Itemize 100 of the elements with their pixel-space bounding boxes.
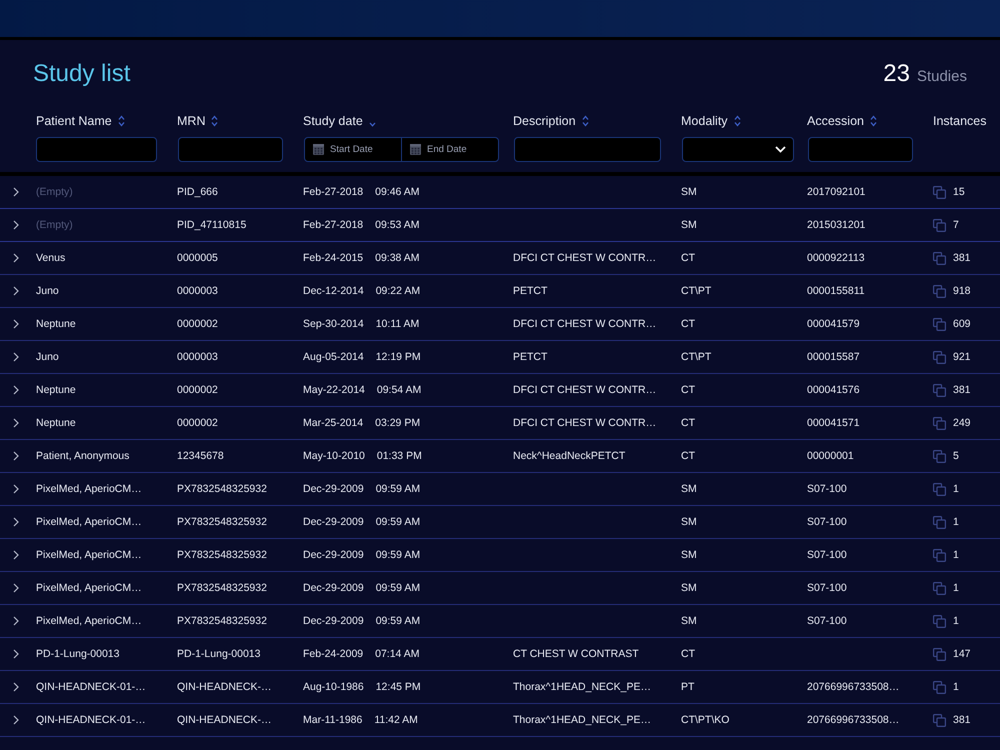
chevron-right-icon[interactable] <box>13 484 19 494</box>
mrn-cell: 12345678 <box>177 450 224 462</box>
mrn-cell: PID_47110815 <box>177 219 246 231</box>
study-time-cell: 09:59 AM <box>376 549 420 561</box>
instance-count: 1 <box>953 615 959 627</box>
mrn-cell: QIN-HEADNECK-… <box>177 714 272 726</box>
column-header[interactable]: Accession <box>807 113 877 129</box>
patient-name-cell: Juno <box>36 351 59 363</box>
chevron-right-icon[interactable] <box>13 715 19 725</box>
stacked-squares-icon <box>933 549 946 562</box>
instance-count: 1 <box>953 549 959 561</box>
chevron-right-icon[interactable] <box>13 319 19 329</box>
patient-name-cell: Neptune <box>36 417 76 429</box>
modality-cell: SM <box>681 615 697 627</box>
filter-input[interactable] <box>36 137 157 162</box>
chevron-right-icon[interactable] <box>13 517 19 527</box>
stacked-squares-icon <box>933 384 946 397</box>
chevron-right-icon[interactable] <box>13 220 19 230</box>
study-row[interactable]: QIN-HEADNECK-01-… QIN-HEADNECK-… Aug-10-1986 12:45 PM Thorax^1HEAD_NECK_PE… PT 20766996733508… 1 <box>0 671 1000 704</box>
instance-count: 15 <box>953 186 965 198</box>
chevron-right-icon[interactable] <box>13 583 19 593</box>
patient-name-cell: (Empty) <box>36 186 73 198</box>
patient-name-cell: PixelMed, AperioCM… <box>36 516 142 528</box>
instance-count: 1 <box>953 582 959 594</box>
select-field[interactable] <box>682 137 794 162</box>
chevron-right-icon[interactable] <box>13 253 19 263</box>
study-time-cell: 09:38 AM <box>375 252 420 264</box>
study-row[interactable]: Venus 0000005 Feb-24-2015 09:38 AM DFCI CT CHEST W CONTR… CT 0000922113 381 <box>0 242 1000 275</box>
accession-cell: 000041579 <box>807 318 860 330</box>
study-row[interactable]: Neptune 0000002 Sep-30-2014 10:11 AM DFCI CT CHEST W CONTR… CT 000041579 609 <box>0 308 1000 341</box>
column-header[interactable]: Study date <box>303 113 376 129</box>
chevron-right-icon[interactable] <box>13 418 19 428</box>
stacked-squares-icon <box>933 417 946 430</box>
modality-cell: CT\PT <box>681 351 712 363</box>
description-cell: DFCI CT CHEST W CONTR… <box>513 417 656 429</box>
study-row[interactable]: PD-1-Lung-00013 PD-1-Lung-00013 Feb-24-2009 07:14 AM CT CHEST W CONTRAST CT 147 <box>0 638 1000 671</box>
mrn-cell: PD-1-Lung-00013 <box>177 648 260 660</box>
filter-input[interactable] <box>514 137 661 162</box>
study-date-cell: Feb-24-2009 <box>303 648 364 660</box>
instance-count: 249 <box>953 417 971 429</box>
patient-name-cell: Venus <box>36 252 66 264</box>
start-date-input[interactable]: Start Date <box>330 144 376 155</box>
column-header[interactable]: Description <box>513 113 589 129</box>
stacked-squares-icon <box>933 582 946 595</box>
study-date-cell: Dec-29-2009 <box>303 549 364 561</box>
study-row[interactable]: PixelMed, AperioCM… PX7832548325932 Dec-29-2009 09:59 AM SM S07-100 1 <box>0 473 1000 506</box>
description-cell: CT CHEST W CONTRAST <box>513 648 639 660</box>
filter-input[interactable] <box>808 137 913 162</box>
study-row[interactable]: PixelMed, AperioCM… PX7832548325932 Dec-29-2009 09:59 AM SM S07-100 1 <box>0 539 1000 572</box>
chevron-right-icon[interactable] <box>13 451 19 461</box>
stacked-squares-icon <box>933 351 946 364</box>
chevron-right-icon[interactable] <box>13 682 19 692</box>
instance-count: 921 <box>953 351 971 363</box>
study-row[interactable]: PixelMed, AperioCM… PX7832548325932 Dec-29-2009 09:59 AM SM S07-100 1 <box>0 506 1000 539</box>
date-range-field[interactable]: Start Date End Date <box>304 137 499 162</box>
study-date-cell: May-10-2010 <box>303 450 365 462</box>
calendar-icon <box>313 144 324 155</box>
study-row[interactable]: Juno 0000003 Aug-05-2014 12:19 PM PETCT CT\PT 000015587 921 <box>0 341 1000 374</box>
chevron-right-icon[interactable] <box>13 352 19 362</box>
page-title: Study list <box>33 59 130 89</box>
mrn-cell: PID_666 <box>177 186 218 198</box>
study-date-cell: Feb-24-2015 <box>303 252 364 264</box>
study-time-cell: 12:19 PM <box>376 351 421 363</box>
study-time-cell: 09:53 AM <box>375 219 420 231</box>
study-row[interactable]: (Empty) PID_666 Feb-27-2018 09:46 AM SM 2017092101 15 <box>0 176 1000 209</box>
instance-count: 147 <box>953 648 971 660</box>
description-cell: PETCT <box>513 285 548 297</box>
instance-count: 381 <box>953 252 971 264</box>
chevron-right-icon[interactable] <box>13 187 19 197</box>
study-row[interactable]: Neptune 0000002 May-22-2014 09:54 AM DFCI CT CHEST W CONTR… CT 000041576 381 <box>0 374 1000 407</box>
study-date-cell: Dec-29-2009 <box>303 615 364 627</box>
study-row[interactable]: PixelMed, AperioCM… PX7832548325932 Dec-29-2009 09:59 AM SM S07-100 1 <box>0 572 1000 605</box>
study-date-cell: Mar-25-2014 <box>303 417 364 429</box>
stacked-squares-icon <box>933 516 946 529</box>
accession-cell: 000041576 <box>807 384 860 396</box>
study-row[interactable]: QIN-HEADNECK-01-… QIN-HEADNECK-… Mar-11-1986 11:42 AM Thorax^1HEAD_NECK_PE… CT\PT\KO 20766996733508… 381 <box>0 704 1000 737</box>
study-row[interactable]: Neptune 0000002 Mar-25-2014 03:29 PM DFCI CT CHEST W CONTR… CT 000041571 249 <box>0 407 1000 440</box>
filter-input[interactable] <box>178 137 283 162</box>
chevron-right-icon[interactable] <box>13 385 19 395</box>
chevron-right-icon[interactable] <box>13 286 19 296</box>
study-time-cell: 09:59 AM <box>376 615 420 627</box>
patient-name-cell: Patient, Anonymous <box>36 450 130 462</box>
chevron-right-icon[interactable] <box>13 550 19 560</box>
column-header[interactable]: Modality <box>681 113 741 129</box>
study-row[interactable]: Patient, Anonymous 12345678 May-10-2010 01:33 PM Neck^HeadNeckPETCT CT 00000001 5 <box>0 440 1000 473</box>
patient-name-cell: QIN-HEADNECK-01-… <box>36 681 146 693</box>
chevron-right-icon[interactable] <box>13 649 19 659</box>
study-row[interactable]: (Empty) PID_47110815 Feb-27-2018 09:53 AM SM 2015031201 7 <box>0 209 1000 242</box>
mrn-cell: PX7832548325932 <box>177 516 267 528</box>
mrn-cell: 0000005 <box>177 252 218 264</box>
instance-count: 5 <box>953 450 959 462</box>
column-header[interactable]: MRN <box>177 113 218 129</box>
column-header[interactable]: Patient Name <box>36 113 125 129</box>
chevron-right-icon[interactable] <box>13 616 19 626</box>
study-count: 23 <box>883 59 910 89</box>
study-row[interactable]: PixelMed, AperioCM… PX7832548325932 Dec-29-2009 09:59 AM SM S07-100 1 <box>0 605 1000 638</box>
study-row[interactable]: Juno 0000003 Dec-12-2014 09:22 AM PETCT CT\PT 0000155811 918 <box>0 275 1000 308</box>
accession-cell: 20766996733508… <box>807 681 900 693</box>
end-date-input[interactable]: End Date <box>427 144 473 155</box>
modality-cell: SM <box>681 186 697 198</box>
